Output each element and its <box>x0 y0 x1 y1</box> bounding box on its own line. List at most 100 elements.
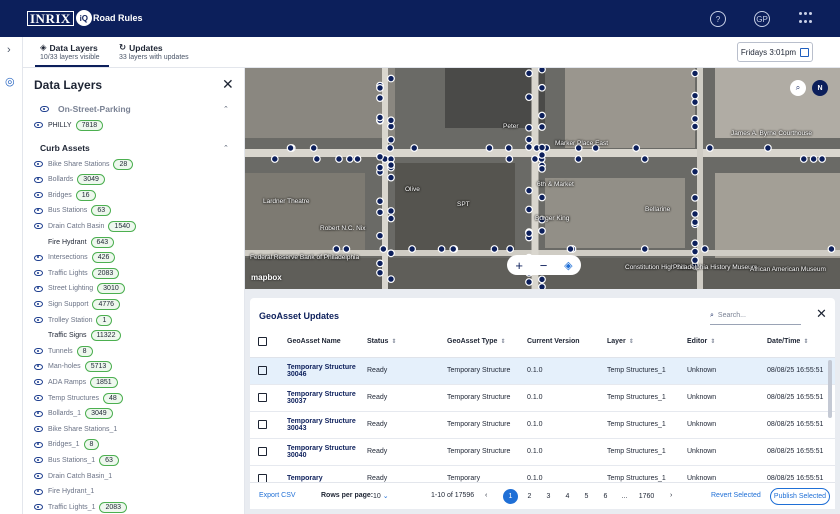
eye-icon[interactable] <box>34 223 43 230</box>
eye-icon[interactable] <box>34 379 43 386</box>
eye-icon[interactable] <box>34 176 43 183</box>
eye-icon[interactable] <box>34 301 43 308</box>
export-csv-link[interactable]: Export CSV <box>259 492 296 499</box>
eye-icon[interactable] <box>34 504 43 511</box>
tab-updates[interactable]: ↻ Updates 33 layers with updates <box>119 42 189 61</box>
layer-item[interactable]: Bollards 3049 <box>34 173 105 187</box>
layer-item[interactable]: Intersections 426 <box>34 251 116 265</box>
layer-item[interactable]: Bus Stations_1 63 <box>34 453 119 467</box>
eye-icon[interactable] <box>40 106 49 112</box>
close-table-icon[interactable]: ✕ <box>816 306 827 322</box>
layer-item[interactable]: Man-holes 5713 <box>34 360 113 374</box>
layer-item[interactable]: Traffic Signs 11322 <box>34 329 122 343</box>
eye-icon[interactable] <box>34 363 43 370</box>
layer-item[interactable]: Bike Share Stations_1 <box>34 422 117 436</box>
time-selector-button[interactable]: Fridays 3:01pm <box>737 42 813 62</box>
tab-data-layers[interactable]: ◈ Data Layers 10/33 layers visible <box>40 42 100 61</box>
expand-chevron-icon[interactable]: › <box>7 44 11 56</box>
table-row[interactable]: Temporary Structure 30046 Ready Temporary … <box>250 357 835 385</box>
layer-item[interactable]: Drain Catch Basin_1 <box>34 469 112 483</box>
eye-icon[interactable] <box>34 395 43 401</box>
layer-item[interactable]: Street Lighting 3010 <box>34 282 125 296</box>
eye-icon[interactable] <box>34 207 43 214</box>
zoom-in-button[interactable]: + <box>515 258 523 273</box>
row-checkbox[interactable] <box>258 366 267 375</box>
map-layers-icon[interactable]: ◈ <box>564 259 572 272</box>
layer-item[interactable]: Bollards_1 3049 <box>34 407 113 421</box>
layer-item[interactable]: Sign Support 4776 <box>34 297 121 311</box>
row-checkbox[interactable] <box>258 393 267 402</box>
row-checkbox[interactable] <box>258 420 267 429</box>
eye-icon[interactable] <box>34 192 43 199</box>
page-button[interactable]: 1760 <box>639 489 655 504</box>
zoom-out-button[interactable]: − <box>540 258 548 273</box>
layer-item[interactable]: Traffic Lights 2083 <box>34 266 120 280</box>
page-button-current[interactable]: 1 <box>503 489 518 504</box>
layer-item[interactable]: Drain Catch Basin 1540 <box>34 219 136 233</box>
geoasset-name-link[interactable]: Temporary Structure 30037 <box>284 384 364 412</box>
layers-icon[interactable]: ◎ <box>5 75 15 88</box>
col-geoasset-name[interactable]: GeoAsset Name <box>284 326 364 358</box>
layer-item[interactable]: Bridges 16 <box>34 188 96 202</box>
eye-icon[interactable] <box>34 122 43 128</box>
apps-grid-icon[interactable] <box>799 12 813 26</box>
eye-icon[interactable] <box>34 473 43 479</box>
eye-icon[interactable] <box>34 270 43 277</box>
profile-avatar[interactable]: GP <box>754 11 770 27</box>
prev-page-icon[interactable]: ‹ <box>485 492 487 499</box>
layer-item[interactable]: Bus Stations 63 <box>34 204 112 218</box>
map-north-icon[interactable]: N <box>812 80 828 96</box>
col-current-version[interactable]: Current Version <box>524 326 604 358</box>
eye-icon[interactable] <box>34 348 43 355</box>
eye-icon[interactable] <box>34 441 43 448</box>
help-icon[interactable]: ? <box>710 11 726 27</box>
next-page-icon[interactable]: › <box>670 492 672 499</box>
group-on-street-parking[interactable]: On-Street-Parking <box>40 104 131 114</box>
col-layer[interactable]: Layer ⇕ <box>604 326 684 358</box>
eye-icon[interactable] <box>34 285 43 292</box>
map-view[interactable]: Marker Place East 6th & Market Burger King… <box>245 68 840 289</box>
layer-item[interactable]: Fire Hydrant_1 <box>34 485 94 499</box>
eye-icon[interactable] <box>34 426 43 433</box>
page-button[interactable]: 3 <box>541 489 556 504</box>
layer-item[interactable]: Tunnels 8 <box>34 344 93 358</box>
layer-item-philly[interactable]: PHILLY 7818 <box>34 118 104 132</box>
geoasset-name-link[interactable]: Temporary Structure 30046 <box>284 357 364 385</box>
table-scrollbar[interactable] <box>828 360 832 418</box>
geoasset-name-link[interactable]: Temporary Structure 30043 <box>284 411 364 439</box>
select-all-checkbox[interactable] <box>258 336 267 346</box>
eye-icon[interactable] <box>34 317 43 323</box>
close-panel-icon[interactable]: ✕ <box>222 76 234 93</box>
table-row[interactable]: Temporary Structure 30040 Ready Temporary … <box>250 438 835 466</box>
layer-item[interactable]: Trolley Station 1 <box>34 313 113 327</box>
page-button[interactable]: 6 <box>598 489 613 504</box>
table-row[interactable]: Temporary Structure 30043 Ready Temporary … <box>250 411 835 439</box>
page-button[interactable]: 4 <box>560 489 575 504</box>
search-input[interactable]: Search... <box>718 312 746 319</box>
rows-per-page-select[interactable]: 10 ⌄ <box>373 492 389 500</box>
revert-selected-button[interactable]: Revert Selected <box>711 492 761 499</box>
eye-icon[interactable] <box>34 457 43 464</box>
col-editor[interactable]: Editor ⇕ <box>684 326 764 358</box>
layer-item[interactable]: Bridges_1 8 <box>34 438 100 452</box>
layer-item[interactable]: Bike Share Stations 28 <box>34 157 134 171</box>
layer-item[interactable]: ADA Ramps 1851 <box>34 375 118 389</box>
inrix-logo[interactable]: INRIX iQ <box>27 10 92 26</box>
collapse-chevron-icon[interactable]: ⌃ <box>223 144 229 152</box>
eye-icon[interactable] <box>34 488 43 495</box>
eye-icon[interactable] <box>34 410 43 417</box>
page-button[interactable]: 5 <box>579 489 594 504</box>
page-button[interactable]: ... <box>617 489 632 504</box>
geoasset-name-link[interactable]: Temporary Structure 30040 <box>284 438 364 466</box>
layer-item[interactable]: Temp Structures 48 <box>34 391 123 405</box>
col-geoasset-type[interactable]: GeoAsset Type ⇕ <box>444 326 524 358</box>
table-row[interactable]: Temporary Structure 30037 Ready Temporary … <box>250 384 835 412</box>
group-curb-assets[interactable]: Curb Assets <box>40 143 90 153</box>
col-status[interactable]: Status ⇕ <box>364 326 444 358</box>
eye-icon[interactable] <box>34 254 43 261</box>
collapse-chevron-icon[interactable]: ⌃ <box>223 105 229 113</box>
table-search[interactable]: ⌕ Search... <box>710 307 801 325</box>
page-button[interactable]: 2 <box>522 489 537 504</box>
eye-icon[interactable] <box>34 161 43 167</box>
map-search-icon[interactable]: ⌕ <box>790 80 806 96</box>
